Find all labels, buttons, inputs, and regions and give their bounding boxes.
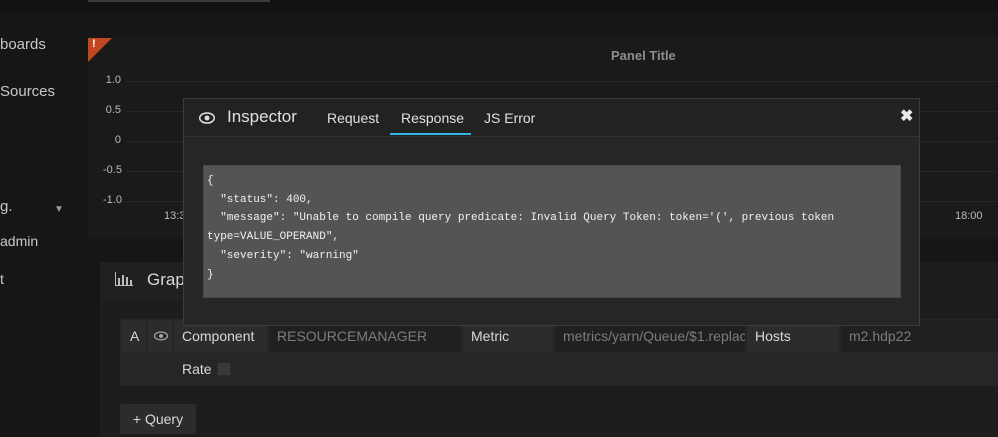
y-tick-label: -0.5 xyxy=(103,164,122,176)
y-tick-label: -1.0 xyxy=(103,194,122,206)
response-line: "status": 400, xyxy=(207,193,313,206)
x-tick-label: 18:00 xyxy=(955,210,983,222)
sidebar-item-org[interactable]: g. xyxy=(0,198,13,215)
tab-request[interactable]: Request xyxy=(327,110,379,126)
tab-response[interactable]: Response xyxy=(401,110,464,126)
chevron-down-icon[interactable]: ▼ xyxy=(54,204,64,215)
response-line: type=VALUE_OPERAND", xyxy=(207,231,340,244)
response-line: "severity": "warning" xyxy=(207,249,359,262)
sidebar-item-dashboards[interactable]: boards xyxy=(0,36,46,53)
sidebar-item-partial[interactable]: t xyxy=(0,271,4,287)
eye-icon xyxy=(199,112,215,124)
add-query-button[interactable]: + Query xyxy=(120,404,196,434)
grid-line xyxy=(126,81,998,82)
search-field[interactable] xyxy=(88,0,270,2)
close-icon[interactable]: ✖ xyxy=(900,106,913,126)
y-tick-label: 1.0 xyxy=(105,74,121,86)
response-body: { "status": 400, "message": "Unable to c… xyxy=(203,165,901,298)
sidebar-item-admin[interactable]: admin xyxy=(0,233,38,249)
sidebar-item-data-sources[interactable]: Sources xyxy=(0,83,55,100)
y-tick-label: 0.5 xyxy=(105,104,121,116)
bar-chart-icon xyxy=(115,272,133,286)
y-tick-label: 0 xyxy=(114,134,121,146)
tab-js-error[interactable]: JS Error xyxy=(484,110,535,126)
modal-title: Inspector xyxy=(227,107,297,126)
response-line: { xyxy=(207,175,214,187)
query-letter[interactable]: A xyxy=(122,320,146,352)
rate-checkbox[interactable] xyxy=(217,362,231,376)
active-tab-indicator xyxy=(390,133,471,135)
eye-toggle-icon[interactable] xyxy=(148,320,172,352)
modal-header: Inspector Request Response JS Error ✖ xyxy=(184,99,919,137)
response-line: } xyxy=(207,268,214,281)
response-line: "message": "Unable to compile query pred… xyxy=(207,212,835,225)
panel-title[interactable]: Panel Title xyxy=(611,48,676,63)
inspector-modal: Inspector Request Response JS Error ✖ { … xyxy=(183,98,920,326)
warning-icon: ! xyxy=(92,38,96,50)
editor-title: Grap xyxy=(147,270,185,289)
